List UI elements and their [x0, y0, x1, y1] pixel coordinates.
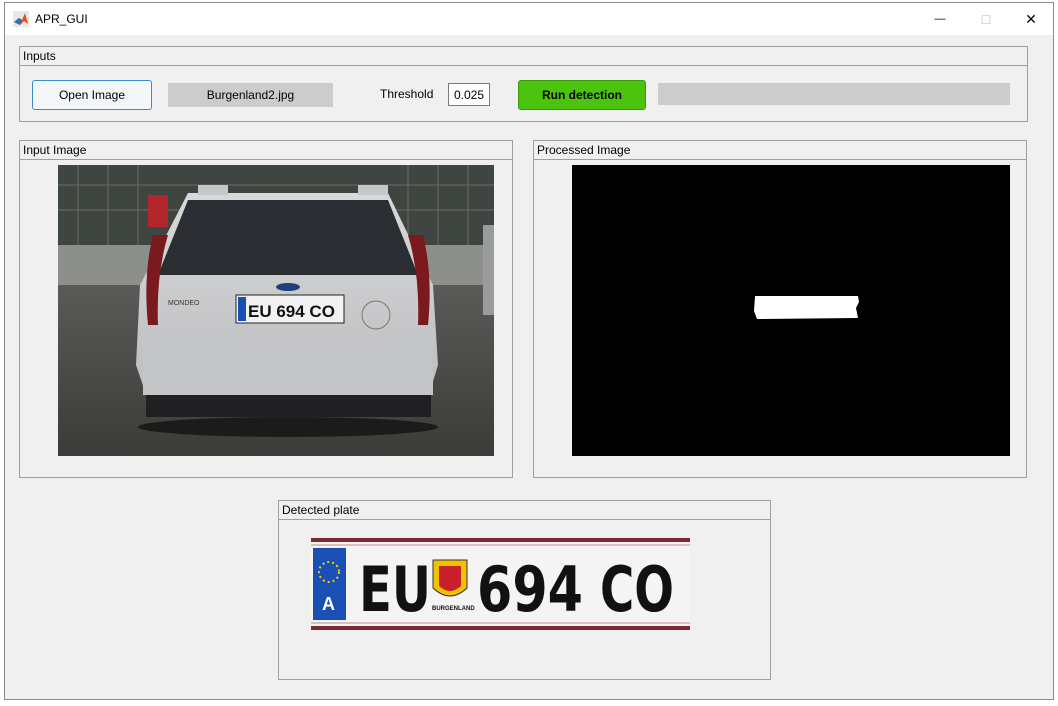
run-detection-button[interactable]: Run detection — [518, 80, 646, 110]
maximize-button[interactable]: □ — [963, 3, 1009, 35]
inputs-panel-title: Inputs — [20, 47, 1027, 66]
plate-prefix: EU — [359, 553, 431, 626]
input-image-panel-title: Input Image — [20, 141, 512, 160]
car-photo: EU 694 CO MONDEO — [58, 165, 494, 456]
plate-region: BURGENLAND — [432, 606, 475, 612]
window-title: APR_GUI — [35, 12, 88, 26]
detected-plate-image: A EU BURGENLAND 694 CO — [311, 538, 690, 630]
open-image-button[interactable]: Open Image — [32, 80, 152, 110]
car-plate-text: EU 694 CO — [248, 302, 335, 321]
car-badge: MONDEO — [168, 300, 200, 307]
progress-bar — [658, 83, 1010, 105]
plate-number: 694 — [477, 553, 583, 626]
threshold-input[interactable]: 0.025 — [448, 83, 490, 106]
plate-country-code: A — [322, 594, 335, 614]
minimize-icon: — — [934, 13, 946, 25]
plate-graphic: A EU BURGENLAND 694 CO — [311, 538, 690, 630]
filename-display: Burgenland2.jpg — [168, 83, 333, 107]
matlab-icon — [13, 11, 29, 27]
input-image: EU 694 CO MONDEO — [58, 165, 494, 456]
threshold-label: Threshold — [380, 87, 434, 101]
close-icon: ✕ — [1025, 10, 1037, 27]
processed-image-panel-title: Processed Image — [534, 141, 1026, 160]
maximize-icon: □ — [981, 11, 991, 27]
detected-plate-panel-title: Detected plate — [279, 501, 770, 520]
plate-suffix: CO — [600, 553, 674, 626]
close-button[interactable]: ✕ — [1008, 3, 1054, 35]
processed-image — [572, 165, 1010, 456]
app-window: APR_GUI — □ ✕ Inputs Open Image Burgenla… — [4, 2, 1054, 700]
minimize-button[interactable]: — — [917, 3, 963, 35]
title-bar: APR_GUI — □ ✕ — [5, 3, 1053, 35]
binary-mask — [572, 165, 1010, 456]
